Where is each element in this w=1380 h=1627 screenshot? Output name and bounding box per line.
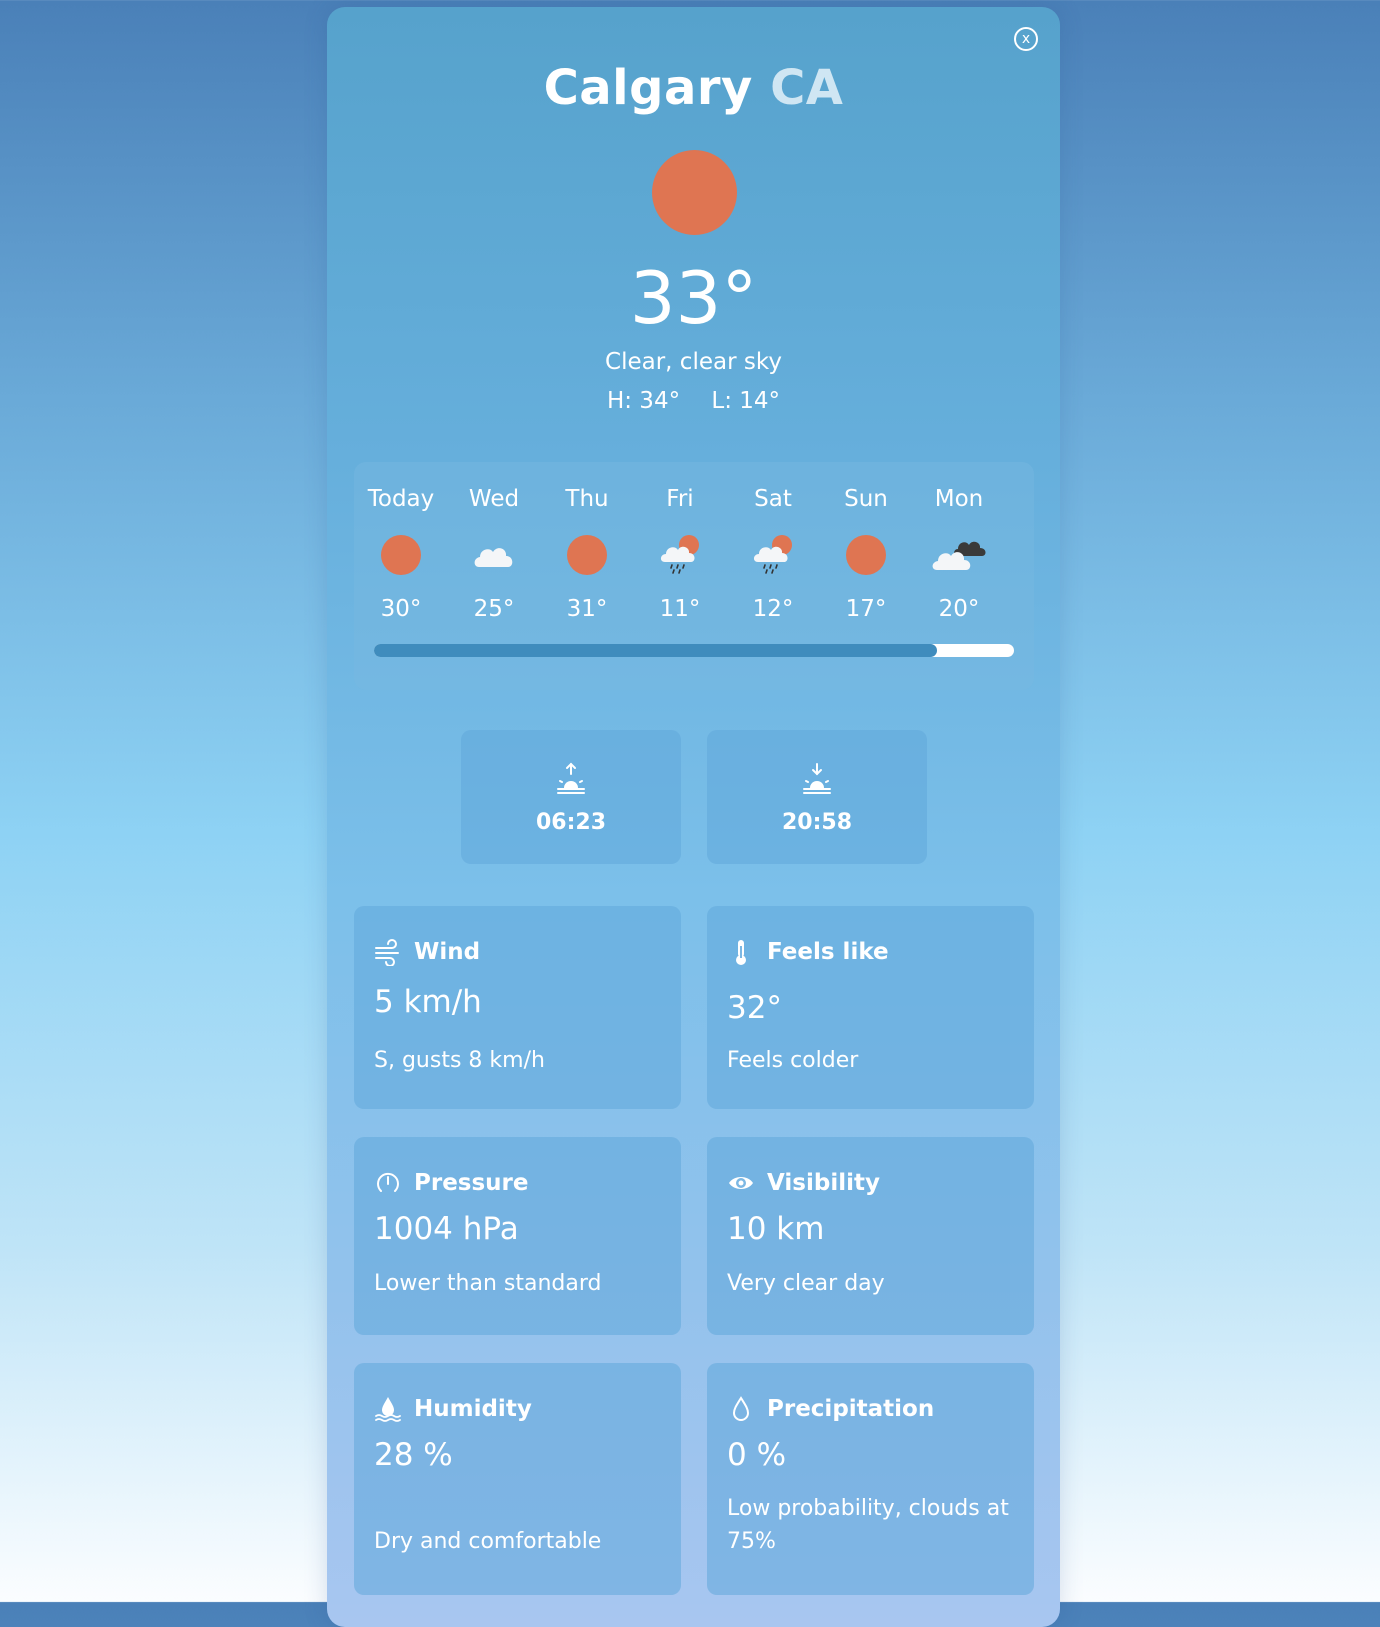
forecast-day-name: Sun bbox=[844, 486, 888, 512]
sunrise-card: 06:23 bbox=[461, 730, 681, 864]
visibility-card-header: Visibility bbox=[727, 1167, 880, 1199]
precipitation-card: Precipitation 0 % Low probability, cloud… bbox=[707, 1363, 1034, 1595]
forecast-scrollbar[interactable] bbox=[374, 644, 1014, 657]
feels-like-note: Feels colder bbox=[727, 1048, 859, 1073]
dark-clouds-icon bbox=[932, 541, 986, 570]
forecast-day-name: Fri bbox=[666, 486, 694, 512]
drop-icon bbox=[732, 1396, 750, 1421]
feels-like-value: 32° bbox=[727, 990, 782, 1026]
country-code: CA bbox=[770, 60, 844, 116]
forecast-day-name: Mon bbox=[934, 486, 984, 512]
weather-description: Clear, clear sky bbox=[605, 349, 782, 375]
forecast-day-name: Thu bbox=[565, 486, 609, 512]
pressure-card: Pressure 1004 hPa Lower than standard bbox=[354, 1137, 681, 1335]
pressure-title: Pressure bbox=[414, 1170, 529, 1196]
forecast-day-temp: 25° bbox=[473, 596, 515, 622]
high-low: H: 34° L: 14° bbox=[327, 388, 1060, 414]
rain-sun-icon bbox=[660, 535, 699, 574]
humidity-note: Dry and comfortable bbox=[374, 1529, 602, 1554]
sun-icon bbox=[846, 535, 886, 575]
low-temp: L: 14° bbox=[711, 388, 781, 414]
forecast-day-temp: 11° bbox=[659, 596, 701, 622]
sunset-time: 20:58 bbox=[781, 810, 853, 835]
close-button[interactable]: x bbox=[1014, 27, 1038, 51]
pressure-value: 1004 hPa bbox=[374, 1211, 519, 1247]
wind-title: Wind bbox=[414, 939, 481, 965]
daily-forecast[interactable]: Today 30° Wed 25° Thu 31° Fri 11° Sat 12… bbox=[354, 462, 1034, 690]
forecast-day-temp: 12° bbox=[752, 596, 794, 622]
sunrise-time: 06:23 bbox=[535, 810, 607, 835]
sun-icon bbox=[381, 535, 421, 575]
pressure-card-header: Pressure bbox=[374, 1167, 529, 1199]
cloud-icon bbox=[474, 548, 513, 567]
sun-icon bbox=[567, 535, 607, 575]
sun-icon bbox=[652, 150, 737, 235]
thermometer-icon bbox=[736, 940, 746, 965]
precipitation-title: Precipitation bbox=[767, 1396, 935, 1422]
current-temperature: 33° bbox=[327, 262, 1060, 334]
pressure-note: Lower than standard bbox=[374, 1271, 602, 1296]
humidity-icon bbox=[375, 1397, 401, 1422]
location-title: Calgary CA bbox=[327, 60, 1060, 116]
high-temp: H: 34° bbox=[606, 388, 681, 414]
eye-icon bbox=[729, 1177, 753, 1189]
gauge-icon bbox=[377, 1172, 399, 1192]
visibility-title: Visibility bbox=[767, 1170, 880, 1196]
forecast-day-name: Wed bbox=[468, 486, 520, 512]
wind-card: Wind 5 km/h S, gusts 8 km/h bbox=[354, 906, 681, 1109]
visibility-card: Visibility 10 km Very clear day bbox=[707, 1137, 1034, 1335]
forecast-day-temp: 17° bbox=[845, 596, 887, 622]
wind-card-header: Wind bbox=[374, 936, 480, 968]
forecast-day-name: Today bbox=[367, 486, 435, 512]
precipitation-card-header: Precipitation bbox=[727, 1393, 934, 1425]
rain-sun-icon bbox=[753, 535, 792, 574]
forecast-scroll-thumb[interactable] bbox=[374, 644, 938, 657]
humidity-value: 28 % bbox=[374, 1437, 453, 1473]
wind-icon bbox=[375, 939, 399, 966]
wind-value: 5 km/h bbox=[374, 984, 482, 1020]
temperature-degree: ° bbox=[721, 256, 758, 340]
visibility-note: Very clear day bbox=[727, 1271, 885, 1296]
forecast-day-name: Sat bbox=[754, 486, 792, 512]
humidity-title: Humidity bbox=[414, 1396, 532, 1422]
feels-like-card-header: Feels like bbox=[727, 936, 889, 968]
forecast-day-temp: 31° bbox=[566, 596, 608, 622]
precipitation-note: Low probability, clouds at 75% bbox=[727, 1496, 1009, 1554]
humidity-card-header: Humidity bbox=[374, 1393, 532, 1425]
sunset-icon bbox=[803, 763, 831, 794]
temperature-value: 33 bbox=[629, 256, 722, 340]
feels-like-card: Feels like 32° Feels colder bbox=[707, 906, 1034, 1109]
visibility-value: 10 km bbox=[727, 1211, 825, 1247]
wind-note: S, gusts 8 km/h bbox=[374, 1048, 545, 1073]
feels-like-title: Feels like bbox=[767, 939, 889, 965]
humidity-card: Humidity 28 % Dry and comfortable bbox=[354, 1363, 681, 1595]
forecast-day-temp: 20° bbox=[938, 596, 980, 622]
city-name: Calgary bbox=[543, 60, 753, 116]
precipitation-value: 0 % bbox=[727, 1437, 787, 1473]
forecast-day-temp: 30° bbox=[380, 596, 422, 622]
sunrise-icon bbox=[557, 762, 585, 794]
sunset-card: 20:58 bbox=[707, 730, 927, 864]
